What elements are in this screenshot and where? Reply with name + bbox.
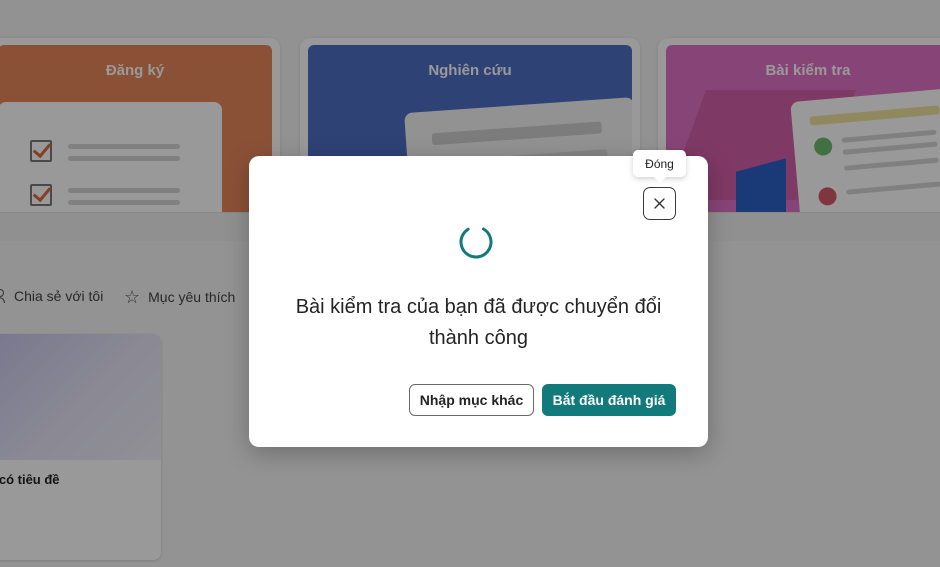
conversion-success-dialog: Bài kiểm tra của bạn đã được chuyển đổi … [249,156,708,447]
dialog-message: Bài kiểm tra của bạn đã được chuyển đổi … [295,296,662,349]
loading-spinner-icon [459,225,493,259]
import-another-button[interactable]: Nhập mục khác [409,384,534,416]
close-icon [654,198,665,209]
start-review-button[interactable]: Bắt đầu đánh giá [542,384,676,416]
close-tooltip: Đóng [633,150,686,183]
close-button[interactable] [643,187,676,220]
forms-home-page: Đăng ký Nghiên cứu Bài kiểm tra Chia sẻ … [0,0,940,567]
